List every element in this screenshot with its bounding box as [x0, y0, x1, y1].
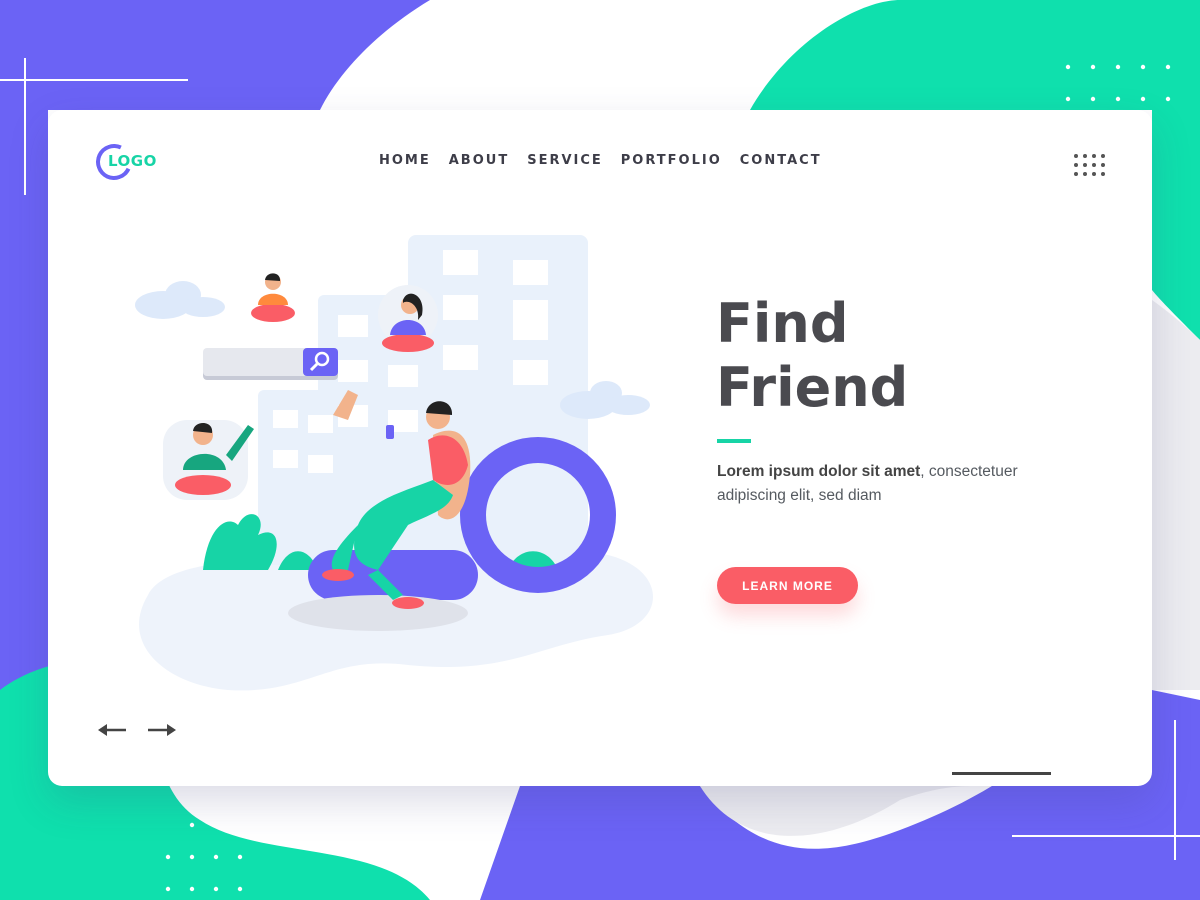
nav-portfolio[interactable]: PORTFOLIO — [621, 153, 722, 168]
hero-illustration — [135, 235, 653, 691]
learn-more-button[interactable]: LEARN MORE — [717, 567, 858, 604]
hero-description-bold: Lorem ipsum dolor sit amet — [717, 463, 921, 480]
main-nav: HOME ABOUT SERVICE PORTFOLIO CONTACT — [379, 153, 822, 168]
nav-contact[interactable]: CONTACT — [740, 153, 822, 168]
hero-title: Find Friend — [716, 292, 1016, 420]
arrow-right-icon[interactable] — [146, 722, 178, 738]
slide-indicator[interactable] — [952, 772, 1051, 775]
hero-description: Lorem ipsum dolor sit amet, consectetuer… — [717, 460, 1047, 508]
title-accent-line — [717, 439, 751, 443]
arrow-left-icon[interactable] — [96, 722, 128, 738]
grid-menu-icon[interactable] — [1074, 154, 1105, 176]
nav-service[interactable]: SERVICE — [527, 153, 603, 168]
logo[interactable]: LOGO — [90, 138, 166, 186]
landing-card: LOGO HOME ABOUT SERVICE PORTFOLIO CONTAC… — [48, 110, 1152, 786]
hero-title-line1: Find — [716, 292, 849, 355]
logo-text: LOGO — [108, 152, 157, 170]
nav-about[interactable]: ABOUT — [449, 153, 509, 168]
hero-title-line2: Friend — [716, 356, 909, 419]
nav-home[interactable]: HOME — [379, 153, 431, 168]
